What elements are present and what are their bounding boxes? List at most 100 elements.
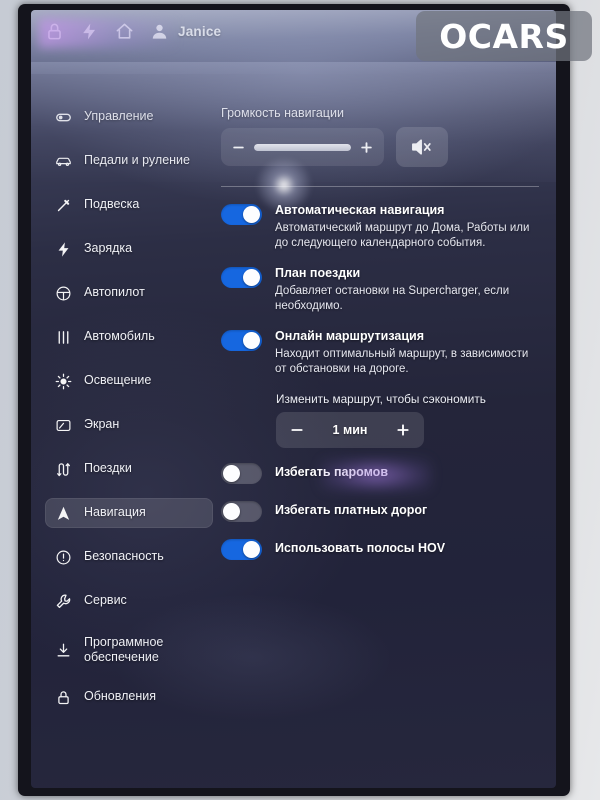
toggle-title: План поездки: [275, 265, 361, 280]
navigation-icon: [55, 505, 72, 522]
settings-app: Janice Управление Педали и руление Подве…: [31, 10, 556, 788]
plus-icon[interactable]: [360, 141, 373, 154]
toggle-description: Автоматический маршрут до Дома, Работы и…: [275, 221, 530, 249]
sidebar-item-label: Автопилот: [84, 285, 145, 300]
sidebar-item-poezdki[interactable]: Поездки: [45, 454, 213, 484]
lock-icon[interactable]: [45, 22, 64, 41]
settings-sidebar: Управление Педали и руление Подвеска Зар…: [45, 102, 213, 726]
sidebar-item-label: Обновления: [84, 689, 156, 704]
toggle-knob: [223, 502, 240, 520]
sidebar-item-obnovleniya[interactable]: Обновления: [45, 682, 213, 712]
sidebar-item-podveska[interactable]: Подвеска: [45, 190, 213, 220]
toggle-title: Избегать паромов: [275, 465, 389, 480]
toggle-switch[interactable]: [221, 266, 262, 288]
sidebar-item-label: Экран: [84, 417, 120, 432]
sidebar-item-osveshchenie[interactable]: Освещение: [45, 366, 213, 396]
toggle-text: Онлайн маршрутизация Находит оптимальный…: [275, 329, 541, 377]
toggle-row-avoid-ferries[interactable]: Избегать паромов: [221, 462, 541, 484]
wrench-icon: [55, 593, 72, 610]
mute-button[interactable]: [396, 127, 448, 167]
home-icon[interactable]: [115, 22, 134, 41]
sidebar-item-label: Автомобиль: [84, 329, 155, 344]
plus-icon[interactable]: [396, 423, 410, 437]
download-icon: [55, 642, 72, 659]
toggle-switch[interactable]: [221, 500, 262, 522]
sidebar-item-label: Программное обеспечение: [84, 634, 164, 664]
lock-icon: [55, 689, 72, 706]
ocars-watermark: OCARS: [416, 11, 592, 61]
toggle-text: План поездки Добавляет остановки на Supe…: [275, 266, 541, 314]
volume-row: [221, 127, 541, 167]
sidebar-item-label: Педали и руление: [84, 153, 190, 168]
toggle-switch[interactable]: [221, 538, 262, 560]
toggle-knob: [243, 268, 260, 286]
toggle-switch[interactable]: [221, 329, 262, 351]
sidebar-item-zaryadka[interactable]: Зарядка: [45, 234, 213, 264]
bolt-icon: [55, 241, 72, 258]
sidebar-item-label: Освещение: [84, 373, 152, 388]
speaker-mute-icon: [410, 137, 434, 157]
toggle-description: Находит оптимальный маршрут, в зависимос…: [275, 347, 529, 375]
volume-slider[interactable]: [221, 128, 384, 166]
toggle-row-auto-navigation[interactable]: Автоматическая навигация Автоматический …: [221, 203, 541, 251]
sidebar-item-programmnoe-obespechenie[interactable]: Программное обеспечение: [45, 630, 213, 670]
toggle-knob: [243, 331, 260, 349]
sliders-icon: [55, 329, 72, 346]
person-icon[interactable]: [150, 22, 169, 41]
display-icon: [55, 417, 72, 434]
sidebar-item-label: Безопасность: [84, 549, 164, 564]
stepper-value: 1 мин: [332, 422, 368, 437]
sidebar-item-avtopilot[interactable]: Автопилот: [45, 278, 213, 308]
volume-track[interactable]: [254, 143, 351, 151]
touchscreen: Janice Управление Педали и руление Подве…: [31, 10, 556, 788]
sidebar-item-servis[interactable]: Сервис: [45, 586, 213, 616]
car-icon: [55, 153, 72, 170]
toggle-row-trip-planner[interactable]: План поездки Добавляет остановки на Supe…: [221, 266, 541, 314]
bolt-icon[interactable]: [80, 22, 99, 41]
toggle-icon: [55, 109, 72, 126]
sidebar-item-label: Управление: [84, 109, 154, 124]
trips-icon: [55, 461, 72, 478]
toggle-text: Автоматическая навигация Автоматический …: [275, 203, 541, 251]
toggle-switch[interactable]: [221, 462, 262, 484]
reroute-savings-block: Изменить маршрут, чтобы сэкономить 1 мин: [276, 392, 541, 448]
sidebar-item-label: Зарядка: [84, 241, 133, 256]
toggle-row-avoid-tolls[interactable]: Избегать платных дорог: [221, 500, 541, 522]
sidebar-item-navigatsiya[interactable]: Навигация: [45, 498, 213, 528]
sidebar-item-avtomobil[interactable]: Автомобиль: [45, 322, 213, 352]
sidebar-item-bezopasnost[interactable]: Безопасность: [45, 542, 213, 572]
sidebar-item-label: Подвеска: [84, 197, 140, 212]
reroute-time-stepper[interactable]: 1 мин: [276, 411, 424, 448]
alert-icon: [55, 549, 72, 566]
volume-fill: [254, 143, 351, 151]
sun-icon: [55, 373, 72, 390]
toggle-switch[interactable]: [221, 204, 262, 225]
user-name[interactable]: Janice: [178, 24, 221, 39]
sidebar-item-pedali[interactable]: Педали и руление: [45, 146, 213, 176]
toggle-title: Автоматическая навигация: [275, 203, 445, 217]
sidebar-item-label: Навигация: [84, 505, 146, 520]
toggle-title: Избегать платных дорог: [275, 503, 428, 518]
section-divider: [221, 186, 539, 187]
minus-icon[interactable]: [290, 423, 304, 437]
toggle-knob: [243, 206, 260, 223]
toggle-description: Добавляет остановки на Supercharger, есл…: [275, 284, 510, 312]
stepper-label: Изменить маршрут, чтобы сэкономить: [276, 391, 486, 406]
toggle-title: Онлайн маршрутизация: [275, 328, 425, 343]
toggle-knob: [243, 540, 260, 558]
sidebar-item-ekran[interactable]: Экран: [45, 410, 213, 440]
toggle-row-online-routing[interactable]: Онлайн маршрутизация Находит оптимальный…: [221, 329, 541, 377]
toggle-row-use-hov[interactable]: Использовать полосы HOV: [221, 538, 541, 560]
toggle-knob: [223, 464, 240, 482]
volume-section-label: Громкость навигации: [221, 106, 344, 120]
sidebar-item-label: Сервис: [84, 593, 127, 608]
minus-icon[interactable]: [232, 141, 245, 154]
toggle-title: Использовать полосы HOV: [275, 541, 446, 556]
sidebar-item-label: Поездки: [84, 461, 132, 476]
sidebar-item-upravlenie[interactable]: Управление: [45, 102, 213, 132]
photo-of-car-screen: Janice Управление Педали и руление Подве…: [0, 0, 600, 800]
watermark-text: OCARS: [439, 16, 569, 56]
suspension-icon: [55, 197, 72, 214]
navigation-settings-panel: Громкость навигации Автоматическая навиг…: [221, 106, 541, 576]
steering-icon: [55, 285, 72, 302]
